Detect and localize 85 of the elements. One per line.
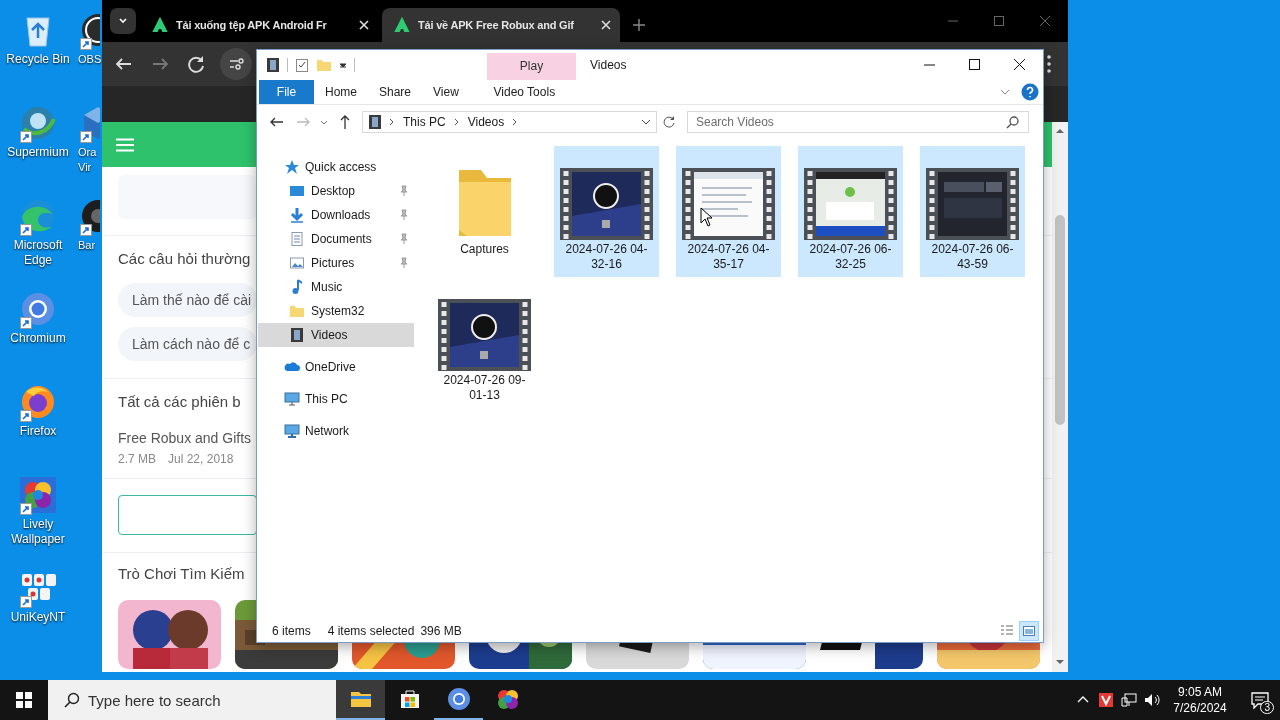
search-input[interactable]: Type here to search xyxy=(88,691,336,709)
tab-title: Tải xuống tệp APK Android Fr xyxy=(176,19,328,31)
search-field[interactable]: Search Videos xyxy=(687,111,1029,133)
file-item[interactable]: 2024-07-26 04-32-16 xyxy=(554,146,659,277)
computer-icon xyxy=(284,391,300,407)
contextual-tab-header: Play xyxy=(487,53,576,80)
nav-item[interactable]: Quick access xyxy=(258,155,414,179)
faq-question[interactable]: Làm cách nào để c xyxy=(118,327,257,361)
wallpaper-app-icon xyxy=(495,687,520,711)
file-item[interactable]: Captures xyxy=(432,146,537,277)
mouse-cursor-icon xyxy=(700,207,714,227)
nav-item[interactable]: Videos xyxy=(258,323,414,347)
breadcrumb[interactable]: Videos xyxy=(465,115,507,129)
scrollbar-thumb[interactable] xyxy=(1055,215,1065,425)
nav-item[interactable]: Pictures xyxy=(258,251,414,275)
wallpaper-app-icon[interactable] xyxy=(18,475,58,515)
new-tab-icon[interactable] xyxy=(632,18,646,32)
search-input[interactable]: Search Videos xyxy=(696,115,1006,129)
nav-item[interactable]: Music xyxy=(258,275,414,299)
close-icon[interactable] xyxy=(600,19,612,31)
address-bar[interactable]: This PC Videos xyxy=(362,111,657,133)
search-field[interactable]: Type here to search xyxy=(48,680,336,720)
close-icon[interactable] xyxy=(358,19,370,31)
file-item[interactable]: 2024-07-26 09-01-13 xyxy=(432,277,537,408)
network-icon[interactable] xyxy=(1121,692,1137,708)
nav-item[interactable]: Documents xyxy=(258,227,414,251)
notification-count: 3 xyxy=(1260,701,1274,714)
file-item[interactable]: 2024-07-26 06-32-25 xyxy=(798,146,903,277)
selection-size: 396 MB xyxy=(420,624,462,638)
taskbar-app[interactable] xyxy=(336,680,385,720)
nav-item[interactable]: This PC xyxy=(258,387,414,411)
chevron-down-icon xyxy=(118,16,128,26)
volume-icon[interactable] xyxy=(1144,692,1160,708)
nav-item[interactable]: Downloads xyxy=(258,203,414,227)
release-date: Jul 22, 2018 xyxy=(168,451,234,467)
nav-item[interactable]: Desktop xyxy=(258,179,414,203)
file-item[interactable]: 2024-07-26 06-43-59 xyxy=(920,146,1025,277)
nav-item[interactable]: Network xyxy=(258,419,414,443)
notification-icon xyxy=(1250,690,1270,710)
section-heading: Tất cả các phiên b xyxy=(118,392,241,412)
large-icons-view-icon xyxy=(1021,623,1037,639)
file-item[interactable]: 2024-07-26 04-35-17 xyxy=(676,146,781,277)
nav-item[interactable]: OneDrive xyxy=(258,355,414,379)
faq-question[interactable]: Làm thế nào để cài xyxy=(118,283,257,317)
ribbon-tab[interactable]: Share xyxy=(368,80,423,104)
help-icon[interactable] xyxy=(1021,83,1039,101)
selection-count: 4 items selected xyxy=(327,624,415,638)
site-logo-icon xyxy=(394,17,410,33)
menu-icon[interactable] xyxy=(1046,53,1052,75)
ribbon-tab[interactable]: View xyxy=(422,80,470,104)
picture-file-icon xyxy=(289,255,305,271)
document-icon xyxy=(289,231,305,247)
version-name[interactable]: Free Robux and Gifts xyxy=(118,429,252,447)
folder-icon xyxy=(289,303,305,319)
file-size: 2.7 MB xyxy=(118,451,156,467)
view-toggle[interactable] xyxy=(1019,621,1039,641)
download-icon xyxy=(289,207,305,223)
video-folder-icon xyxy=(289,327,305,343)
site-logo-icon xyxy=(152,17,168,33)
window-title: Videos xyxy=(590,58,627,72)
ribbon-tab[interactable]: Video Tools xyxy=(479,80,569,104)
tab-list-button[interactable] xyxy=(110,8,136,34)
item-count: 6 items xyxy=(272,624,311,638)
star-icon xyxy=(284,159,300,175)
scrollbar[interactable] xyxy=(1052,122,1068,672)
tray-app-icon[interactable] xyxy=(1098,692,1114,708)
clock[interactable]: 9:05 AM 7/26/2024 xyxy=(1167,684,1233,716)
desktop-icon xyxy=(289,183,305,199)
section-heading: Các câu hỏi thường xyxy=(118,249,251,269)
ribbon-tab[interactable]: Home xyxy=(314,80,368,104)
video-folder-icon[interactable] xyxy=(265,57,281,73)
network-icon xyxy=(284,423,300,439)
breadcrumb[interactable]: This PC xyxy=(401,115,448,129)
notifications-button[interactable]: 3 xyxy=(1240,680,1280,720)
search-icon[interactable] xyxy=(1006,115,1020,129)
browser-tab[interactable]: Tải về APK Free Robux and Gif xyxy=(382,8,620,42)
site-settings-icon[interactable] xyxy=(220,48,252,80)
search-icon xyxy=(64,692,80,708)
tab-title: Tải về APK Free Robux and Gif xyxy=(418,19,575,31)
browser-icon xyxy=(446,687,471,711)
properties-icon[interactable] xyxy=(294,57,310,73)
section-heading: Trò Chơi Tìm Kiếm xyxy=(118,564,245,584)
browser-tab[interactable]: Tải xuống tệp APK Android Fr xyxy=(140,8,378,42)
nav-item[interactable]: System32 xyxy=(258,299,414,323)
video-folder-icon xyxy=(367,114,383,130)
